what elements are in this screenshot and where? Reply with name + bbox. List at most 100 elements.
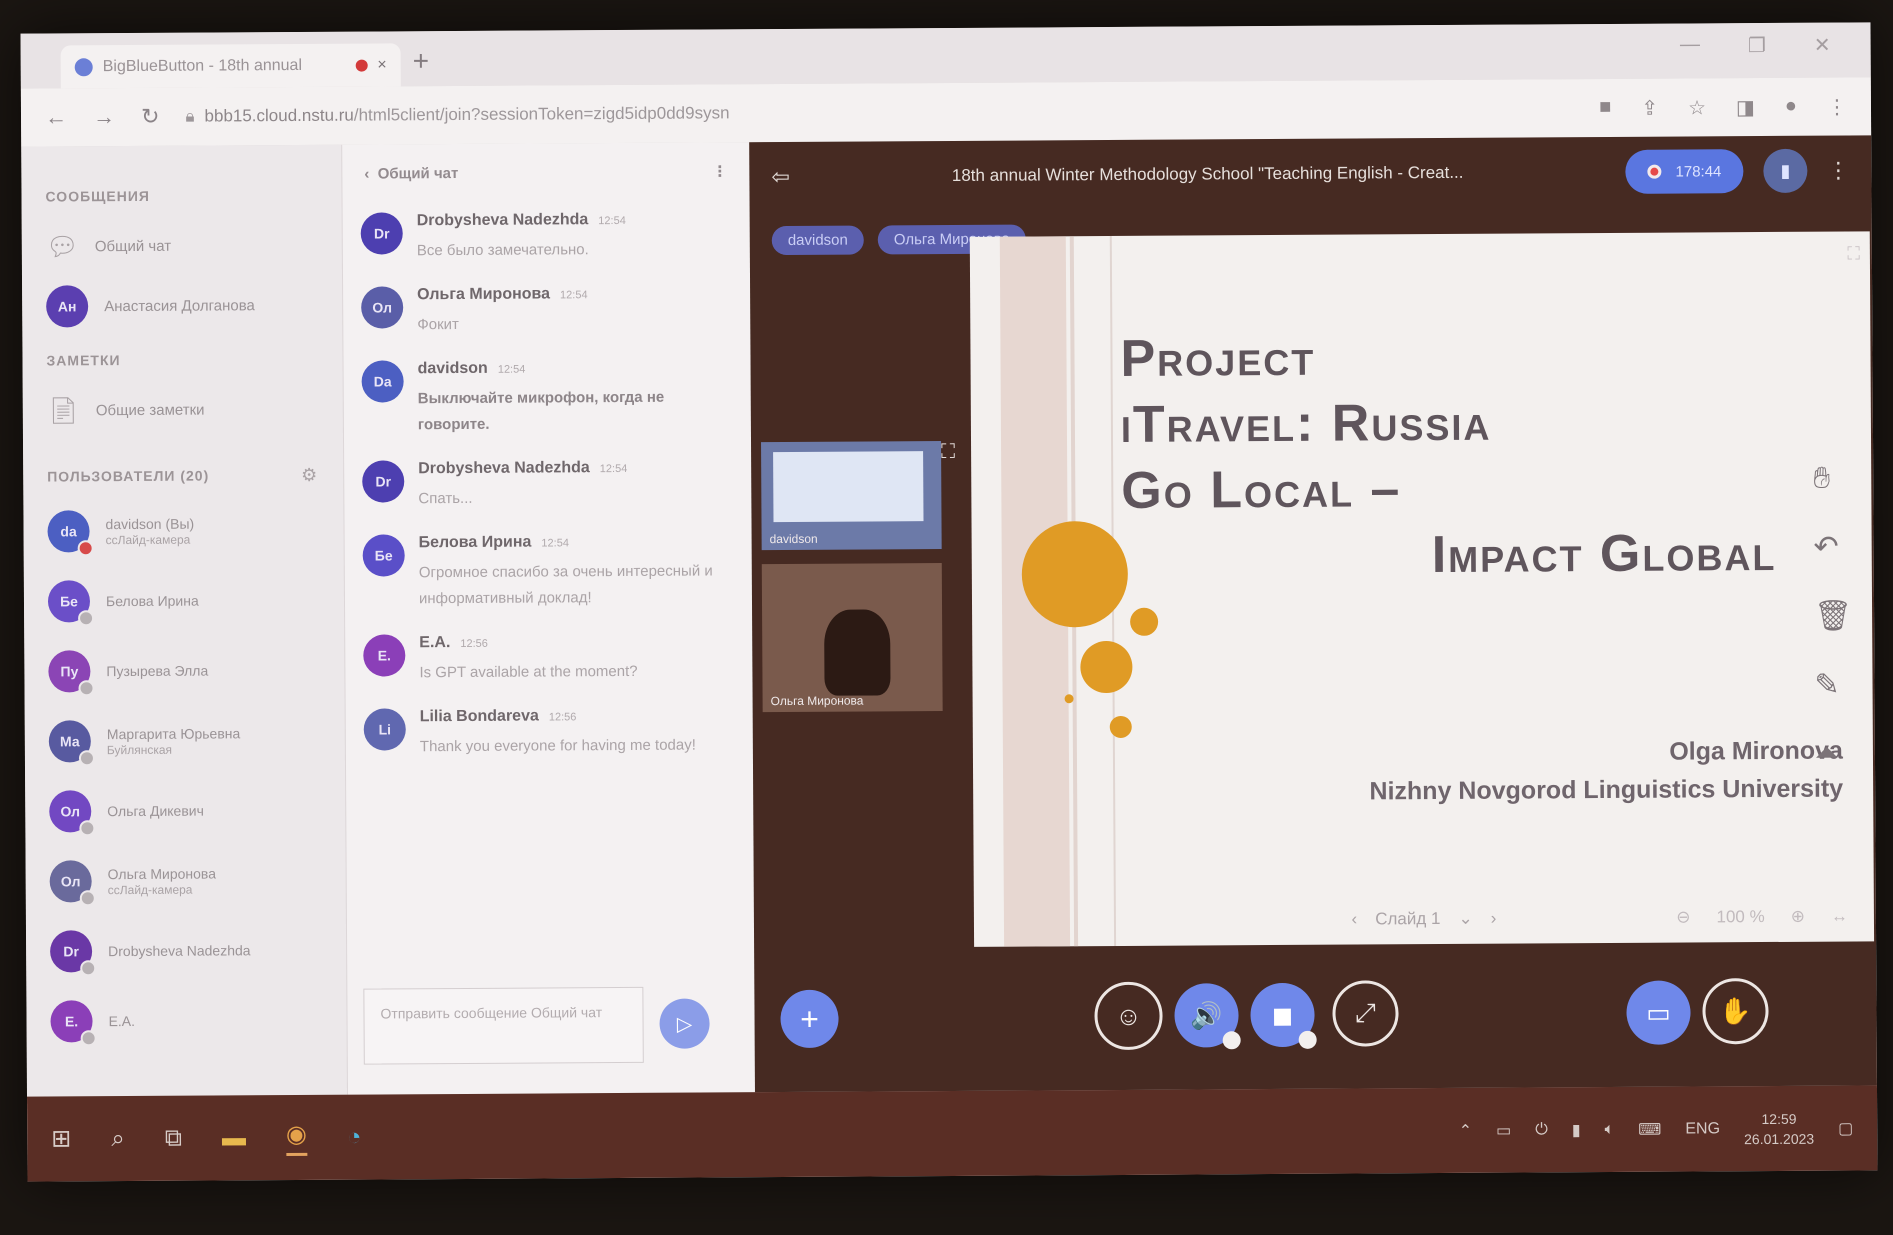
language-indicator[interactable]: ENG [1685, 1120, 1720, 1138]
video-button[interactable]: ◼ [1250, 982, 1317, 1049]
user-list-item[interactable]: Ол Ольга Миронова ссЛайд-камера [49, 845, 345, 917]
send-message-button[interactable]: ▷ [659, 998, 710, 1049]
user-list-item[interactable]: Ол Ольга Дикевич [49, 775, 345, 847]
user-list-item[interactable]: da davidson (Вы) ссЛайд-камера [47, 495, 343, 567]
notes-section-title: ЗАМЕТКИ [46, 352, 121, 369]
message-author: Drobysheva Nadezhda [416, 211, 589, 230]
zoom-in-icon[interactable]: ⊕ [1791, 907, 1805, 927]
undo-icon[interactable]: ↶ [1813, 529, 1851, 564]
share-screen-button[interactable]: ⤢ [1332, 980, 1399, 1047]
sidepanel-icon[interactable]: ◨ [1736, 95, 1755, 120]
share-icon[interactable]: ⇪ [1641, 95, 1658, 120]
avatar[interactable]: Da [361, 360, 404, 403]
hand-icon[interactable]: ✋︎ [1813, 461, 1851, 495]
slide-decoration-circle [1021, 520, 1129, 628]
user-list-item[interactable]: Пу Пузырева Элла [48, 635, 344, 707]
url-field[interactable]: 🔒︎ bbb15.cloud.nstu.ru/html5client/join?… [185, 98, 1573, 126]
tab-close-icon[interactable]: × [377, 56, 386, 74]
notification-icon[interactable]: ▢ [1838, 1118, 1853, 1138]
actions-plus-button[interactable]: + [780, 989, 839, 1049]
connection-status-icon[interactable]: ▮ [1763, 148, 1808, 194]
webcam-tile[interactable]: Ольга Миронова [761, 563, 943, 713]
task-view-icon[interactable]: ⧉ [165, 1124, 182, 1152]
presentation-button[interactable]: ▭ [1626, 980, 1691, 1045]
avatar[interactable]: Бе [362, 534, 405, 577]
reactions-button[interactable]: ☺ [1094, 981, 1163, 1051]
trash-icon[interactable]: 🗑︎ [1814, 598, 1852, 633]
search-icon[interactable]: ⌕ [111, 1125, 125, 1153]
speaker-icon: 🔊 [1190, 999, 1223, 1031]
user-list-item[interactable]: Dr Drobysheva Nadezhda [49, 915, 346, 987]
slide-selector[interactable]: Слайд 1 [1375, 909, 1440, 929]
user-list-item[interactable]: Ма Маргарита Юрьевна Буйлянская [48, 705, 345, 777]
minimize-button[interactable]: — [1680, 33, 1700, 58]
message-author: Drobysheva Nadezhda [418, 459, 590, 478]
forward-button[interactable]: → [93, 104, 115, 130]
shared-notes-item[interactable]: 📄︎ Общие заметки [47, 379, 343, 441]
windows-start-icon[interactable]: ⊞ [51, 1124, 71, 1153]
avatar[interactable]: Dr [360, 212, 403, 255]
chart-icon[interactable]: ⏶ [1815, 736, 1853, 770]
keyboard-icon[interactable]: ⌨ [1638, 1119, 1661, 1139]
action-bar: + ☺ 🔊 ◼ ⤢ ▭ ✋ [754, 955, 1877, 1092]
public-chat-item[interactable]: 💬︎ Общий чат [46, 215, 342, 277]
recording-indicator[interactable]: 178:44 [1625, 149, 1744, 194]
tray-expand-icon[interactable]: ⌃ [1459, 1120, 1473, 1140]
network-icon[interactable]: ▭ [1496, 1120, 1511, 1140]
restore-button[interactable]: ❐ [1748, 33, 1766, 58]
user-list-panel: СООБЩЕНИЯ 💬︎ Общий чат Ан Анастасия Долг… [21, 144, 347, 1097]
chrome-icon[interactable]: ◉ [285, 1119, 308, 1156]
fullscreen-icon[interactable]: ⛶ [1847, 243, 1860, 264]
toggle-userlist-icon[interactable]: ⇦ [771, 164, 790, 190]
camera-icon[interactable]: ■ [1599, 95, 1611, 120]
gear-icon[interactable]: ⚙ [301, 464, 317, 485]
talking-chip[interactable]: davidson [771, 225, 864, 256]
avatar[interactable]: Dr [362, 460, 405, 503]
taskbar-clock[interactable]: 12:59 26.01.2023 [1744, 1108, 1814, 1148]
back-button[interactable]: ← [45, 104, 67, 130]
reload-button[interactable]: ↻ [141, 104, 160, 130]
new-tab-button[interactable]: + [413, 45, 430, 77]
user-name: Маргарита Юрьевна [106, 725, 241, 743]
private-chat-item[interactable]: Ан Анастасия Долганова [46, 275, 342, 337]
profile-icon[interactable]: ● [1785, 94, 1797, 119]
webcam-tile[interactable]: davidson [761, 441, 942, 551]
mic-status-icon [78, 610, 95, 627]
close-window-button[interactable]: ✕ [1814, 33, 1831, 58]
prev-slide-icon[interactable]: ‹ [1351, 910, 1357, 930]
avatar[interactable]: E. [363, 634, 406, 677]
avatar[interactable]: Li [363, 708, 406, 751]
user-list-item[interactable]: Бе Белова Ирина [47, 565, 344, 637]
user-list-item[interactable]: E. E.A. [50, 985, 346, 1057]
browser-tab[interactable]: BigBlueButton - 18th annual × [60, 43, 401, 89]
shared-notes-label: Общие заметки [95, 401, 205, 419]
menu-icon[interactable]: ⋮ [1827, 94, 1847, 119]
audio-button[interactable]: 🔊 [1174, 983, 1241, 1050]
avatar: Dr [49, 930, 97, 977]
power-icon[interactable]: ⏻ [1535, 1121, 1548, 1139]
user-subtitle: Буйлянская [106, 742, 173, 758]
volume-icon[interactable]: 🔈︎ [1605, 1120, 1615, 1138]
next-slide-icon[interactable]: › [1491, 909, 1497, 929]
chat-options-icon[interactable]: ⋮ [712, 162, 727, 180]
fit-width-icon[interactable]: ↔ [1831, 907, 1848, 927]
edge-icon[interactable]: ◔ [347, 1123, 362, 1151]
slide-decoration-circle [1064, 694, 1074, 704]
chevron-down-icon[interactable]: ⌄ [1458, 909, 1472, 929]
lock-icon: 🔒︎ [185, 106, 195, 126]
bbb-app: СООБЩЕНИЯ 💬︎ Общий чат Ан Анастасия Долг… [21, 135, 1877, 1097]
avatar[interactable]: Ол [361, 286, 404, 329]
slide-decoration-circle [1109, 715, 1132, 739]
file-explorer-icon[interactable]: ▬ [222, 1124, 246, 1152]
author-org: Nizhny Novgorod Linguistics University [1369, 774, 1844, 806]
options-menu-icon[interactable]: ⋮ [1827, 157, 1849, 183]
pen-icon[interactable]: ✎ [1814, 667, 1852, 702]
usb-icon[interactable]: ▮ [1572, 1120, 1581, 1140]
raise-hand-button[interactable]: ✋ [1702, 978, 1769, 1045]
mic-status-icon [79, 820, 96, 837]
chat-message-input[interactable]: Отправить сообщение Общий чат [363, 986, 644, 1065]
chat-back-button[interactable]: ‹ Общий чат [364, 164, 458, 182]
user-name: E.A. [108, 1012, 136, 1030]
star-icon[interactable]: ☆ [1688, 95, 1706, 120]
zoom-out-icon[interactable]: ⊖ [1676, 907, 1690, 927]
